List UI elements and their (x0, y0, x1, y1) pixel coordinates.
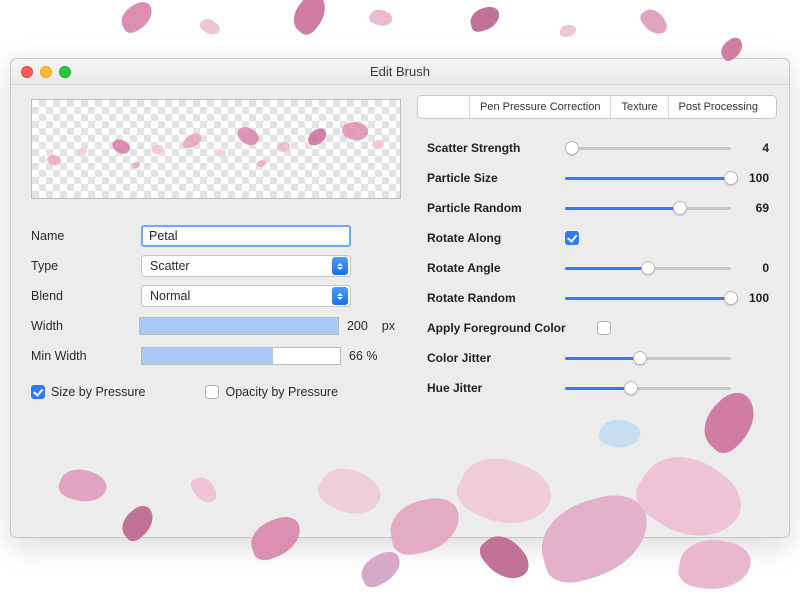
brush-form: Name Type Scatter Blend Normal (31, 221, 395, 407)
tab-panel: Scatter Strength 4 Particle Size 100 Par… (417, 129, 777, 411)
width-fill (140, 318, 338, 334)
scatter-strength-slider[interactable] (565, 141, 731, 155)
tabs: Pen Pressure Correction Texture Post Pro… (417, 95, 777, 119)
width-unit: px (382, 319, 395, 333)
content: Name Type Scatter Blend Normal (11, 85, 789, 537)
rotate-along-checkbox[interactable] (565, 231, 579, 245)
particle-size-label: Particle Size (427, 171, 555, 185)
checkbox-icon (31, 385, 45, 399)
rotate-angle-label: Rotate Angle (427, 261, 555, 275)
tab-scatter[interactable] (418, 96, 470, 118)
type-select[interactable]: Scatter (141, 255, 351, 277)
name-input[interactable] (141, 225, 351, 247)
particle-random-label: Particle Random (427, 201, 555, 215)
tab-post-processing[interactable]: Post Processing (669, 96, 768, 118)
chevron-updown-icon (332, 287, 348, 305)
width-label: Width (31, 319, 139, 333)
blend-value: Normal (150, 289, 190, 303)
tab-texture[interactable]: Texture (611, 96, 668, 118)
titlebar: Edit Brush (11, 59, 789, 85)
rotate-random-label: Rotate Random (427, 291, 555, 305)
minwidth-field[interactable] (141, 347, 341, 365)
window-controls (21, 66, 71, 78)
close-icon[interactable] (21, 66, 33, 78)
particle-size-value: 100 (741, 171, 769, 185)
blend-select[interactable]: Normal (141, 285, 351, 307)
size-by-pressure-label: Size by Pressure (51, 385, 145, 399)
apply-fg-checkbox[interactable] (597, 321, 611, 335)
minwidth-fill (142, 348, 273, 364)
width-field[interactable] (139, 317, 339, 335)
right-panel: Pen Pressure Correction Texture Post Pro… (411, 85, 789, 537)
scatter-strength-label: Scatter Strength (427, 141, 555, 155)
name-label: Name (31, 229, 141, 243)
color-jitter-label: Color Jitter (427, 351, 555, 365)
minwidth-value: 66 % (349, 349, 378, 363)
zoom-icon[interactable] (59, 66, 71, 78)
color-jitter-slider[interactable] (565, 351, 731, 365)
scatter-strength-value: 4 (741, 141, 769, 155)
hue-jitter-label: Hue Jitter (427, 381, 555, 395)
opacity-by-pressure-label: Opacity by Pressure (225, 385, 338, 399)
window-title: Edit Brush (370, 64, 430, 79)
rotate-random-value: 100 (741, 291, 769, 305)
particle-random-slider[interactable] (565, 201, 731, 215)
minwidth-label: Min Width (31, 349, 141, 363)
rotate-along-label: Rotate Along (427, 231, 555, 245)
size-by-pressure-checkbox[interactable]: Size by Pressure (31, 385, 145, 399)
checkbox-icon (597, 321, 611, 335)
rotate-angle-value: 0 (741, 261, 769, 275)
rotate-random-slider[interactable] (565, 291, 731, 305)
blend-label: Blend (31, 289, 141, 303)
type-label: Type (31, 259, 141, 273)
tab-pen-pressure[interactable]: Pen Pressure Correction (470, 96, 611, 118)
type-value: Scatter (150, 259, 190, 273)
opacity-by-pressure-checkbox[interactable]: Opacity by Pressure (205, 385, 338, 399)
brush-preview (31, 99, 401, 199)
checkbox-icon (205, 385, 219, 399)
apply-fg-label: Apply Foreground Color (427, 321, 587, 335)
particle-random-value: 69 (741, 201, 769, 215)
checkbox-icon (565, 231, 579, 245)
particle-size-slider[interactable] (565, 171, 731, 185)
hue-jitter-slider[interactable] (565, 381, 731, 395)
chevron-updown-icon (332, 257, 348, 275)
width-value: 200 (347, 319, 368, 333)
rotate-angle-slider[interactable] (565, 261, 731, 275)
left-panel: Name Type Scatter Blend Normal (11, 85, 411, 537)
edit-brush-window: Edit Brush (10, 58, 790, 538)
minimize-icon[interactable] (40, 66, 52, 78)
